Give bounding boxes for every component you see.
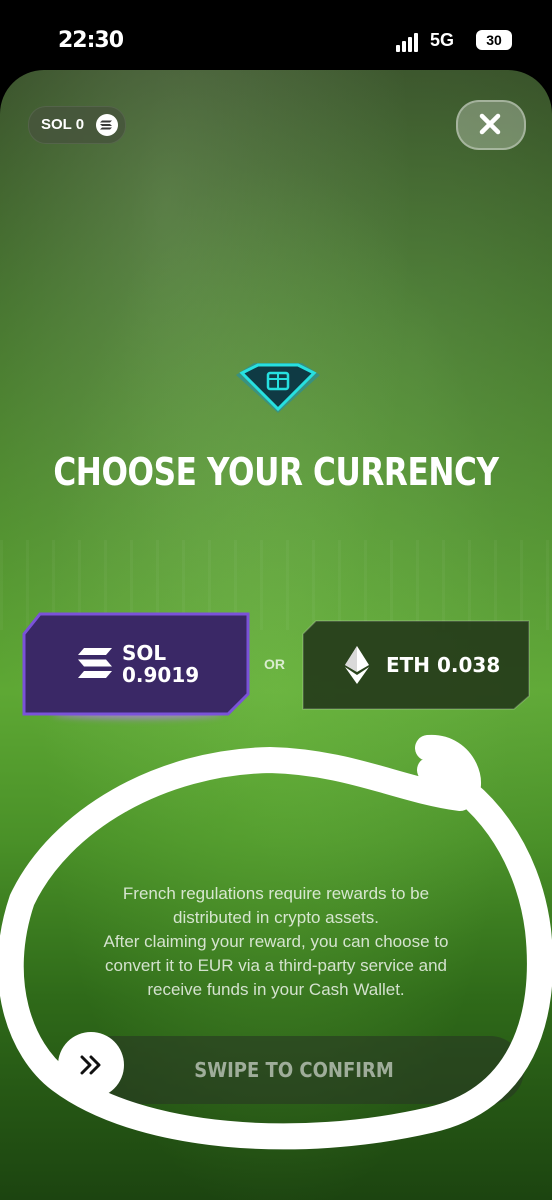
battery-icon: 30 <box>476 30 512 50</box>
or-separator: OR <box>264 656 285 672</box>
reward-sheet: SOL 0 CHOOSE YOUR CURRENCY SOL 0.9019 OR… <box>0 70 552 1200</box>
signal-icon <box>396 32 424 52</box>
disclaimer-line: receive funds in your Cash Wallet. <box>147 980 405 999</box>
sol-balance-label: SOL 0 <box>41 116 85 133</box>
close-icon <box>479 113 501 135</box>
status-bar: 22:30 5G 30 <box>0 0 552 70</box>
sol-amount: 0.9019 <box>122 663 200 687</box>
swipe-to-confirm-track[interactable]: SWIPE TO CONFIRM <box>64 1036 524 1104</box>
network-label: 5G <box>430 30 455 50</box>
sol-currency-option[interactable]: SOL 0.9019 <box>22 612 250 718</box>
ethereum-icon <box>344 646 370 684</box>
swipe-handle[interactable] <box>58 1032 124 1098</box>
eth-currency-option[interactable]: ETH 0.038 <box>302 620 530 710</box>
disclaimer-line: distributed in crypto assets. <box>173 908 379 927</box>
disclaimer-line: After claiming your reward, you can choo… <box>103 932 449 951</box>
double-chevron-right-icon <box>80 1055 101 1075</box>
page-title: CHOOSE YOUR CURRENCY <box>53 450 499 494</box>
disclaimer-line: French regulations require rewards to be <box>122 884 430 903</box>
sol-symbol: SOL <box>122 641 167 665</box>
gem-icon <box>232 355 324 417</box>
swipe-label: SWIPE TO CONFIRM <box>194 1058 394 1082</box>
sol-option-label: SOL 0.9019 <box>122 642 199 686</box>
sol-balance-pill[interactable]: SOL 0 <box>28 106 126 144</box>
solana-icon <box>76 646 114 680</box>
status-time: 22:30 <box>58 28 124 53</box>
disclaimer-line: convert it to EUR via a third-party serv… <box>104 956 448 975</box>
solana-icon <box>95 114 119 136</box>
eth-option-label: ETH 0.038 <box>386 653 501 677</box>
close-button[interactable] <box>456 100 526 150</box>
regulation-disclaimer: French regulations require rewards to be… <box>40 882 512 1002</box>
